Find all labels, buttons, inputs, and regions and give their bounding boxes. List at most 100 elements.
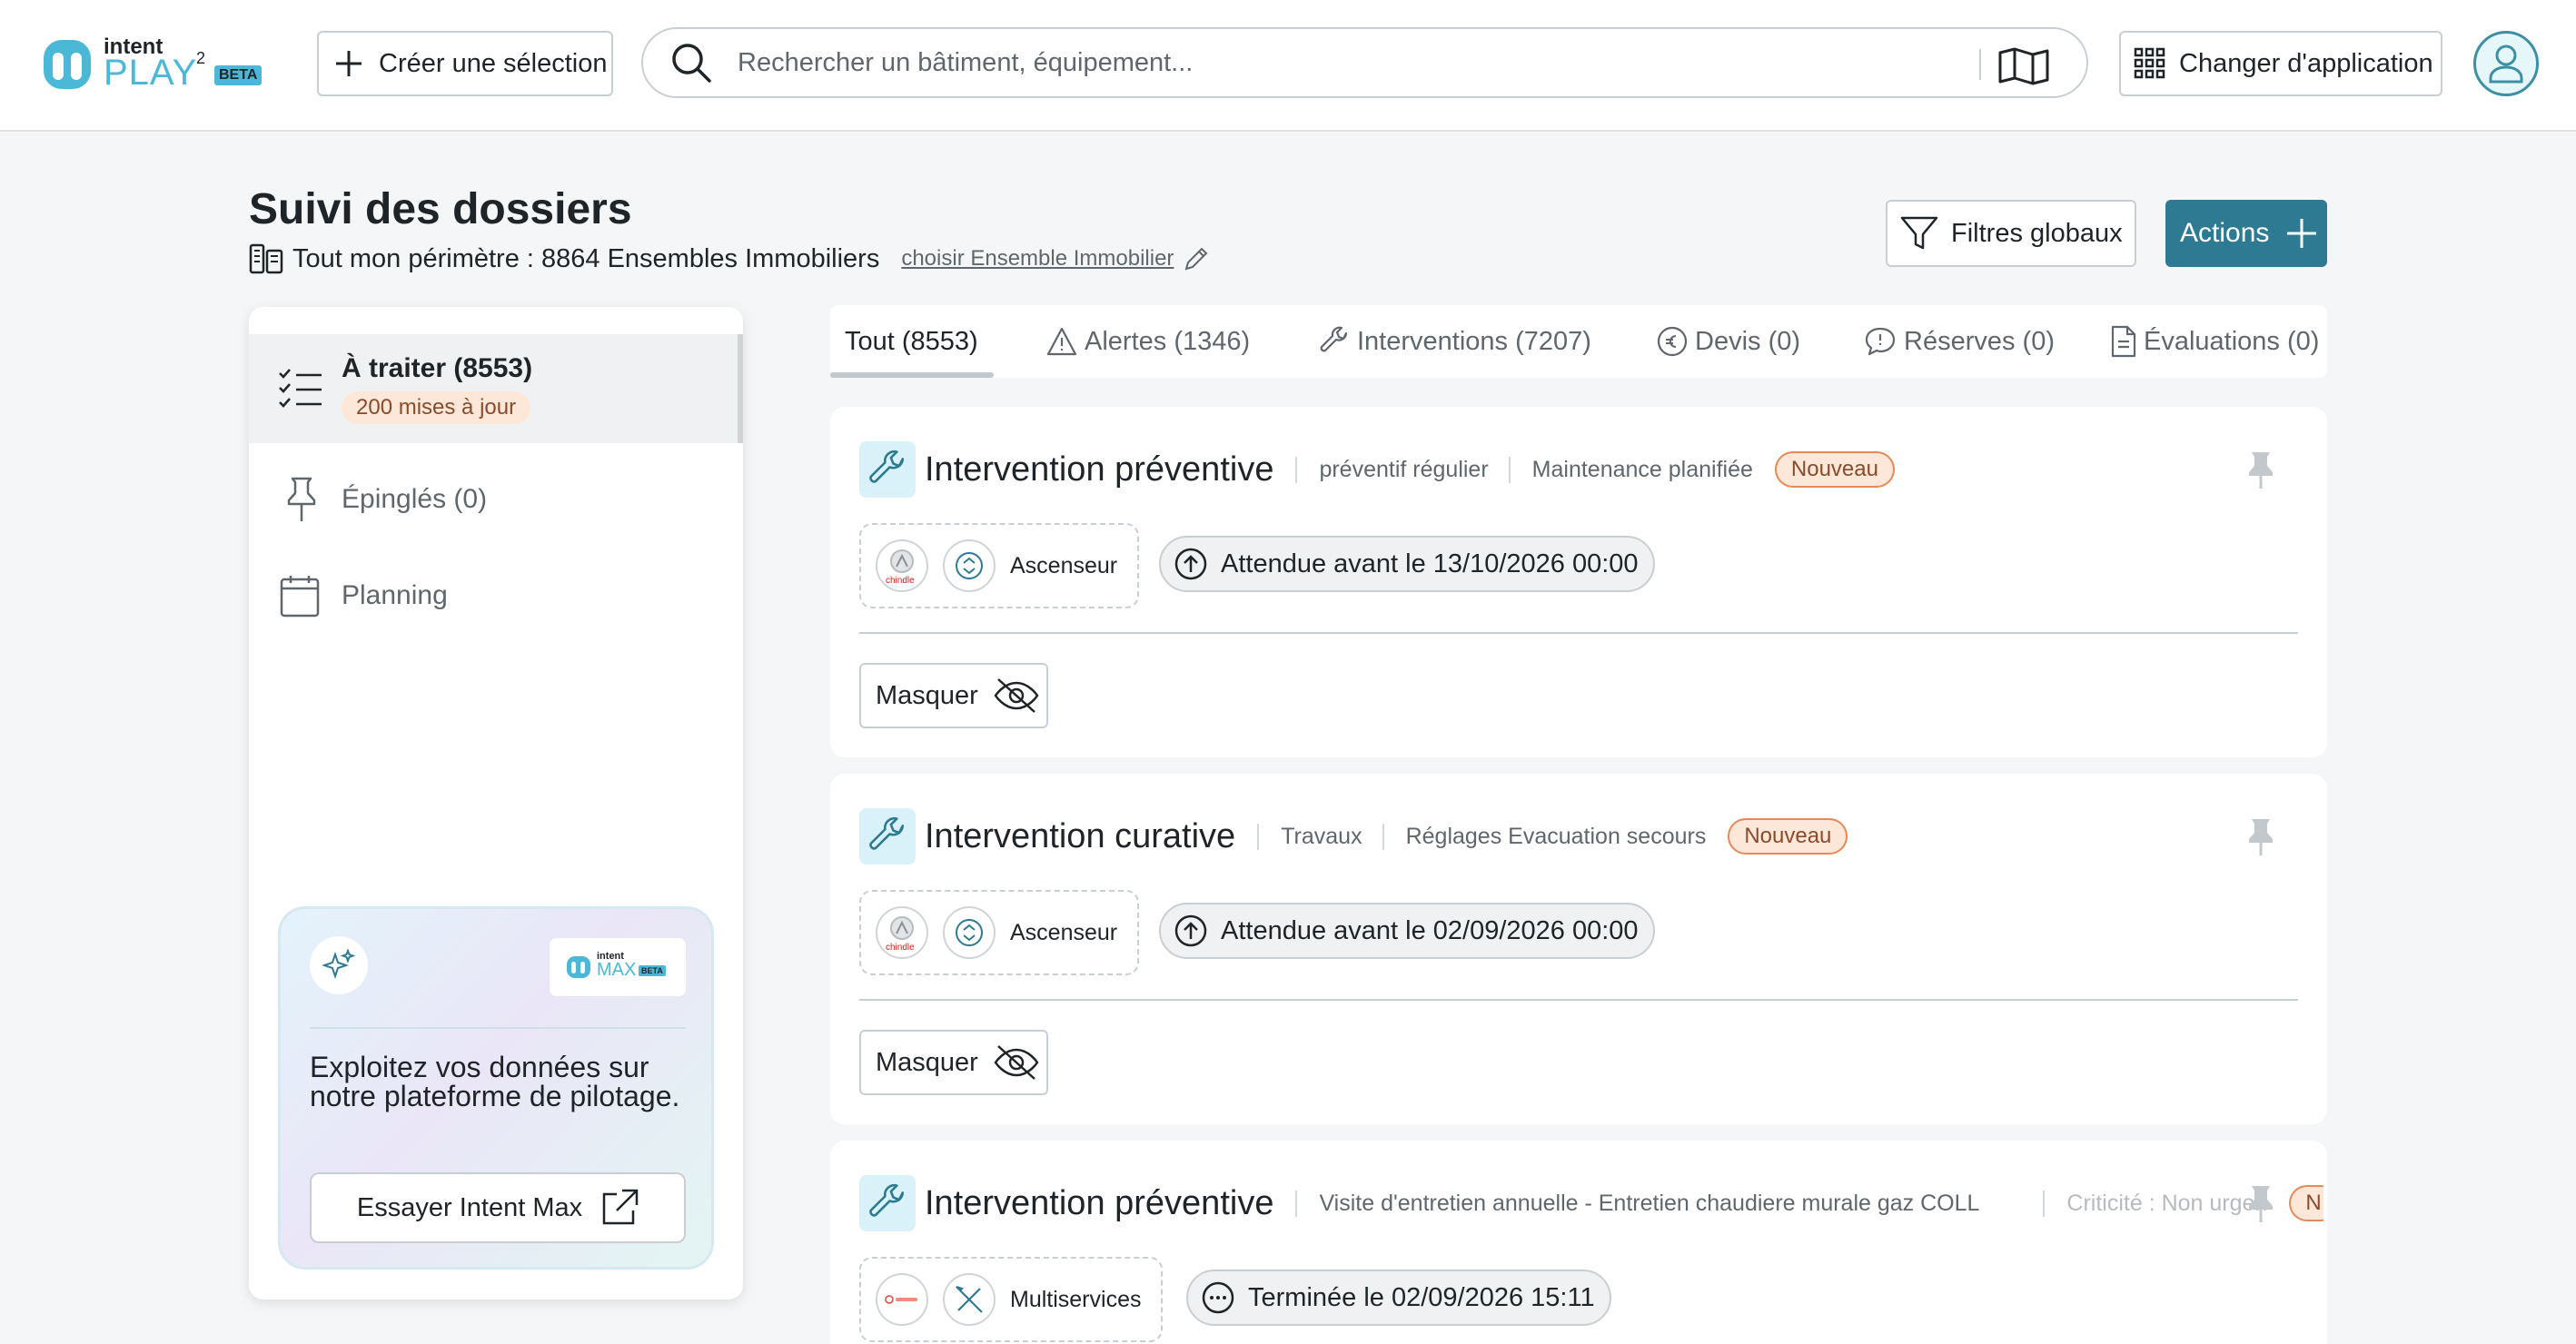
actions-label: Actions [2180,218,2270,248]
promo-text: Exploitez vos données sur notre platefor… [310,1051,680,1112]
search-bar [641,27,2088,98]
pencil-icon[interactable] [1183,245,1210,272]
hide-label: Masquer [876,680,978,710]
change-app-label: Changer d'application [2179,48,2433,78]
eye-off-icon [994,1045,1039,1080]
due-date-chip: Attendue avant le 13/10/2026 00:00 [1159,536,1655,592]
status-badge: Nouveau [1774,451,1895,488]
sparkle-icon [310,936,368,994]
actions-button[interactable]: Actions [2165,200,2327,267]
sidebar-item-to-process[interactable]: À traiter (8553) 200 mises à jour [249,334,743,443]
card-header: Intervention curative Travaux Réglages E… [925,808,1848,865]
company-logo [876,1273,928,1326]
card-header: Intervention préventive Visite d'entreti… [925,1175,2323,1231]
card-tag: Travaux [1257,823,1383,850]
equipment-chip[interactable]: Multiservices [859,1257,1164,1342]
sidebar: À traiter (8553) 200 mises à jour Épingl… [249,307,743,1300]
card-tag: préventif régulier [1295,456,1510,483]
sidebar-item-pinned[interactable]: Épinglés (0) [249,463,743,536]
hide-label: Masquer [876,1047,978,1077]
logo-superscript: 2 [196,49,206,67]
card-tag: Visite d'entretien annuelle - Entretien … [1295,1190,2001,1217]
intervention-card[interactable]: Intervention préventive préventif réguli… [830,407,2327,757]
hide-button[interactable]: Masquer [859,1030,1048,1095]
sidebar-item-planning[interactable]: Planning [249,559,743,632]
company-logo: chindle [876,906,928,959]
external-link-icon [602,1189,639,1225]
max-logo-main: MAX [597,960,637,980]
search-icon [672,44,711,83]
arrow-up-circle-icon [1174,548,1207,580]
choose-building-link[interactable]: choisir Ensemble Immobilier [901,246,1174,272]
tab-interventions[interactable]: Interventions (7207) [1319,305,1591,378]
tab-label: Alertes (1346) [1085,326,1251,356]
equipment-label: Ascenseur [1010,919,1118,945]
page-title: Suivi des dossiers [249,185,632,233]
tab-reserves[interactable]: Réserves (0) [1864,305,2055,378]
create-selection-label: Créer une sélection [379,48,608,78]
pin-button[interactable] [2245,450,2276,495]
plus-icon [336,51,362,76]
global-filters-label: Filtres globaux [1951,218,2123,248]
checklist-icon [279,369,322,408]
try-intent-max-button[interactable]: Essayer Intent Max [310,1172,686,1243]
tab-bar: Tout (8553) Alertes (1346) Interventions… [830,305,2327,378]
equipment-label: Multiservices [1010,1286,1142,1312]
intervention-card[interactable]: Intervention curative Travaux Réglages E… [830,774,2327,1124]
due-date-text: Attendue avant le 13/10/2026 00:00 [1221,548,1639,578]
change-app-button[interactable]: Changer d'application [2119,31,2442,96]
eye-off-icon [994,678,1039,713]
card-divider [859,632,2298,634]
warning-icon [1046,327,1077,356]
tab-evaluations[interactable]: Évaluations (0) [2111,305,2319,378]
global-filters-button[interactable]: Filtres globaux [1886,200,2136,267]
filter-icon [1900,216,1938,250]
card-divider [859,999,2298,1001]
card-header: Intervention préventive préventif réguli… [925,441,1895,498]
tab-quotes[interactable]: Devis (0) [1657,305,1800,378]
pin-icon [2249,452,2273,489]
sidebar-item-label: À traiter (8553) [342,353,533,383]
tab-alerts[interactable]: Alertes (1346) [1046,305,1250,378]
search-input[interactable] [738,47,1918,78]
intent-play-logo[interactable]: intent PLAY 2 BETA [42,33,263,96]
equipment-chip[interactable]: chindle Ascenseur [859,890,1140,975]
card-title: Intervention curative [925,816,1236,855]
map-button[interactable] [1997,47,2050,90]
top-bar: intent PLAY 2 BETA Créer une sélection C… [0,0,2576,132]
arrow-up-circle-icon [1174,914,1207,947]
grid-icon [2134,47,2165,79]
card-tag: Réglages Evacuation secours [1382,823,1729,850]
user-avatar[interactable] [2473,31,2539,96]
pin-button[interactable] [2245,817,2276,862]
intervention-card[interactable]: Intervention préventive Visite d'entreti… [830,1141,2327,1344]
card-title: Intervention préventive [925,1183,1274,1222]
tab-all[interactable]: Tout (8553) [845,305,978,378]
create-selection-button[interactable]: Créer une sélection [317,31,613,96]
sidebar-item-label: Épinglés (0) [342,484,488,514]
status-badge: N [2289,1185,2323,1221]
tab-label: Tout (8553) [845,326,978,356]
tab-label: Interventions (7207) [1357,326,1591,356]
perimeter-text: Tout mon périmètre : 8864 Ensembles Immo… [292,243,880,273]
perimeter-line: Tout mon périmètre : 8864 Ensembles Immo… [249,243,1210,274]
buildings-icon [249,243,283,274]
tools-icon [943,1273,996,1326]
hide-button[interactable]: Masquer [859,663,1048,728]
pin-button[interactable] [2245,1184,2276,1229]
company-logo-text: chindle [886,943,915,953]
intent-max-logo: intent MAX BETA [550,938,686,996]
map-icon [1998,47,2049,85]
more-circle-icon [1202,1281,1234,1314]
pin-icon [2249,1186,2273,1222]
elevator-icon [943,906,996,959]
user-icon [2489,44,2523,84]
logo-brand-main: PLAY [104,53,198,93]
equipment-chip[interactable]: chindle Ascenseur [859,523,1140,608]
pin-icon [287,477,316,521]
document-icon [2111,325,2136,358]
due-date-text: Attendue avant le 02/09/2026 00:00 [1221,915,1639,945]
plus-icon [2287,219,2317,248]
company-logo-text: chindle [886,576,915,586]
completed-date-chip: Terminée le 02/09/2026 15:11 [1186,1270,1611,1326]
